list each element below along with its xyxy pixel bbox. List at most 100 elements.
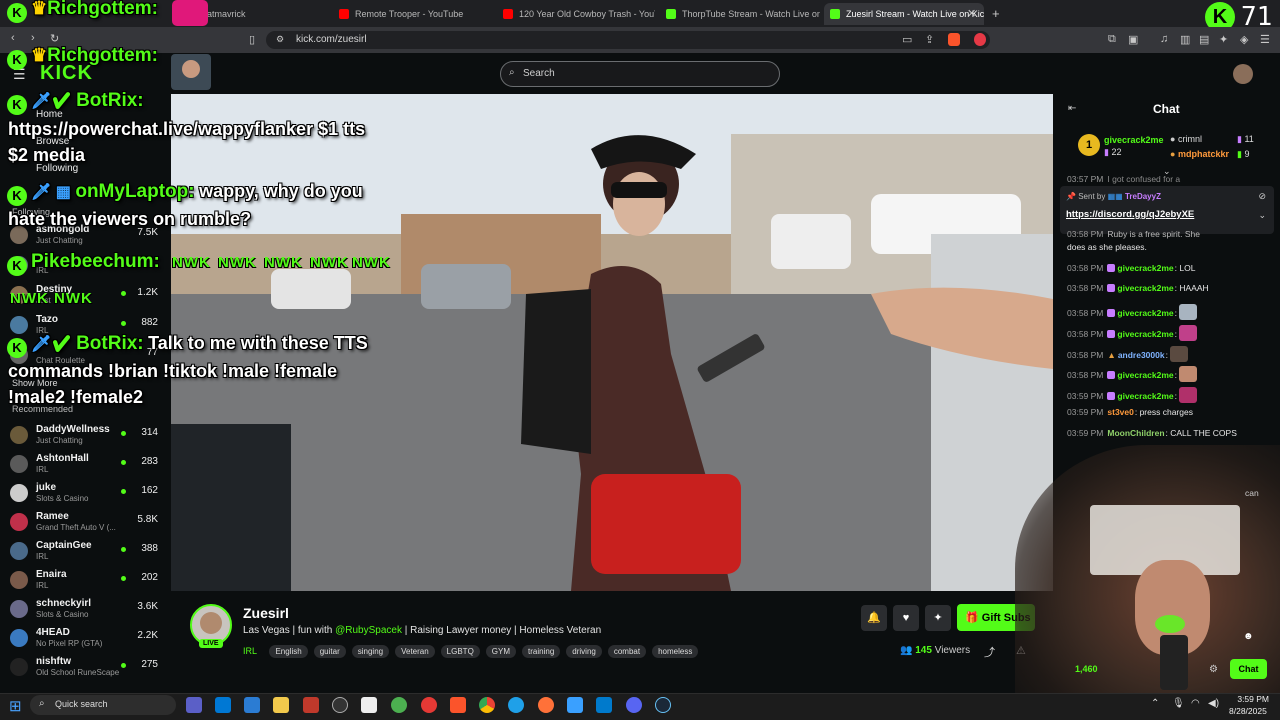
share-icon[interactable]: ⇪	[925, 33, 934, 46]
live-dot	[121, 460, 126, 465]
url-bar[interactable]: kick.com/zuesirl	[266, 31, 990, 49]
sidebar-channel[interactable]: juke Slots & Casino 162	[10, 481, 160, 503]
sub-badge-icon	[1107, 330, 1116, 338]
sidebar-channel[interactable]: Ramee Grand Theft Auto V (... 5.8K	[10, 510, 160, 532]
live-dot	[121, 576, 126, 581]
sidebar-channel[interactable]: AshtonHall IRL 283	[10, 452, 160, 474]
chat-message: 03:58 PM givecrack2me:	[1067, 304, 1198, 320]
app-icon[interactable]	[332, 697, 348, 713]
music-icon[interactable]: ♫	[1160, 33, 1168, 45]
tag[interactable]: English	[269, 645, 308, 658]
sidebar-channel[interactable]: nishftw Old School RuneScape 275	[10, 655, 160, 677]
sidebar-channel[interactable]: 4HEAD No Pixel RP (GTA) 2.2K	[10, 626, 160, 648]
leaderboard-user[interactable]: ● mdphatckkr	[1170, 149, 1229, 159]
tag[interactable]: singing	[351, 645, 390, 658]
tag[interactable]: LGBTQ	[440, 645, 480, 658]
search-input[interactable]: Search	[500, 61, 780, 87]
edge-icon[interactable]	[508, 697, 524, 713]
browser-tab[interactable]: 120 Year Old Cowboy Trash - YouTube	[497, 3, 655, 25]
overlay-alert-text: !male2 !female2	[8, 387, 144, 407]
avatar	[10, 455, 28, 473]
user-avatar[interactable]	[1233, 64, 1253, 84]
chat-settings-icon[interactable]: ⚙	[1209, 664, 1218, 675]
volume-icon[interactable]: ◀)	[1208, 698, 1219, 709]
bookmark-icon[interactable]: ▯	[249, 33, 255, 46]
chat-message: 03:58 PM givecrack2me: HAAAH	[1067, 283, 1209, 293]
close-tab-icon[interactable]: ✕	[967, 7, 976, 20]
kick-badge-icon: K	[7, 3, 27, 23]
forward-icon[interactable]: ›	[31, 32, 35, 44]
sidebar-channel[interactable]: schneckyirl Slots & Casino 3.6K	[10, 597, 160, 619]
emote-nwk: NWK	[54, 290, 93, 307]
app-icon[interactable]	[244, 697, 260, 713]
windows-start-icon[interactable]: ⊞	[9, 697, 22, 715]
back-icon[interactable]: ‹	[11, 32, 15, 44]
leaderboard-user[interactable]: ● crimnl	[1170, 134, 1202, 144]
microphone-icon[interactable]: 🎙	[1172, 698, 1185, 709]
screenshot-icon[interactable]: ▣	[1128, 33, 1138, 46]
wifi-icon[interactable]: ◠	[1191, 698, 1200, 709]
channel-name[interactable]: Zuesirl	[243, 605, 289, 621]
tag[interactable]: guitar	[313, 645, 346, 658]
taskbar-search[interactable]: Quick search	[30, 695, 176, 715]
leaderboard-user[interactable]: givecrack2me	[1104, 135, 1164, 145]
tray-chevron-icon[interactable]: ⌃	[1151, 698, 1159, 709]
app-icon[interactable]	[567, 697, 583, 713]
taskbar-date[interactable]: 8/28/2025	[1229, 706, 1267, 716]
teams-icon[interactable]	[186, 697, 202, 713]
collapse-chat-icon[interactable]: ⇤	[1068, 103, 1076, 114]
sidebar-channel[interactable]: DaddyWellness Just Chatting 314	[10, 423, 160, 445]
brave-icon[interactable]	[450, 697, 466, 713]
steam-icon[interactable]	[655, 697, 671, 713]
app-icon[interactable]	[361, 697, 377, 713]
tag[interactable]: Veteran	[395, 645, 435, 658]
share-icon[interactable]: ⤴	[984, 644, 995, 660]
avatar	[10, 629, 28, 647]
menu-icon[interactable]: ☰	[1260, 33, 1270, 46]
notification-bell-icon[interactable]: 🔔	[861, 605, 887, 631]
vscode-icon[interactable]	[596, 697, 612, 713]
tag[interactable]: GYM	[485, 645, 517, 658]
taskbar-time[interactable]: 3:59 PM	[1237, 694, 1269, 704]
tag[interactable]: training	[522, 645, 561, 658]
sidebar-toggle-icon[interactable]: ▥	[1180, 33, 1190, 46]
browser-tab[interactable]: ThorpTube Stream - Watch Live on Kick	[660, 3, 820, 25]
pinned-link[interactable]: https://discord.gg/qJ2ebyXE	[1066, 209, 1194, 220]
discord-icon[interactable]	[626, 697, 642, 713]
firefox-icon[interactable]	[538, 697, 554, 713]
reload-icon[interactable]: ↻	[50, 32, 59, 45]
hide-pin-icon[interactable]: ⊘	[1258, 191, 1266, 202]
browser-tab-active[interactable]: Zuesirl Stream - Watch Live on Kick	[824, 3, 984, 25]
sidebar-channel[interactable]: Enaira IRL 202	[10, 568, 160, 590]
vpn-icon[interactable]: ◈	[1240, 33, 1248, 46]
brave-shield-icon[interactable]	[948, 33, 960, 46]
sidebar-channel[interactable]: CaptainGee IRL 388	[10, 539, 160, 561]
gift-icon: ▮	[1104, 147, 1109, 157]
badge-icon: ▲	[1107, 350, 1116, 360]
cast-icon[interactable]: ▭	[902, 33, 912, 46]
tag[interactable]: combat	[607, 645, 647, 658]
sidebar-channel[interactable]: Tazo IRL 882	[10, 313, 160, 335]
tag[interactable]: driving	[566, 645, 602, 658]
app-icon[interactable]	[215, 697, 231, 713]
ai-icon[interactable]: ✦	[1219, 33, 1228, 46]
file-explorer-icon[interactable]	[273, 697, 289, 713]
follow-heart-icon[interactable]: ♥	[893, 605, 919, 631]
wallet-icon[interactable]: ▤	[1199, 33, 1209, 46]
app-icon[interactable]	[303, 697, 319, 713]
app-icon[interactable]	[421, 697, 437, 713]
emote-picker-icon[interactable]: ☻	[1243, 631, 1254, 642]
new-tab-icon[interactable]: +	[992, 6, 1000, 21]
expand-pin-icon[interactable]: ⌄	[1258, 210, 1266, 221]
chrome-icon[interactable]	[479, 697, 495, 713]
browser-tab[interactable]: Remote Trooper - YouTube	[333, 3, 493, 25]
mention-link[interactable]: @RubySpacek	[335, 625, 402, 636]
brave-rewards-icon[interactable]	[974, 33, 986, 46]
extensions-icon[interactable]: ⧉	[1108, 33, 1116, 46]
site-info-icon[interactable]: ⚙	[276, 34, 284, 45]
tag[interactable]: homeless	[652, 645, 699, 658]
chat-send-button[interactable]: Chat	[1230, 659, 1267, 679]
category-link[interactable]: IRL	[243, 646, 257, 656]
app-icon[interactable]	[391, 697, 407, 713]
sparkle-icon[interactable]: ✦	[925, 605, 951, 631]
